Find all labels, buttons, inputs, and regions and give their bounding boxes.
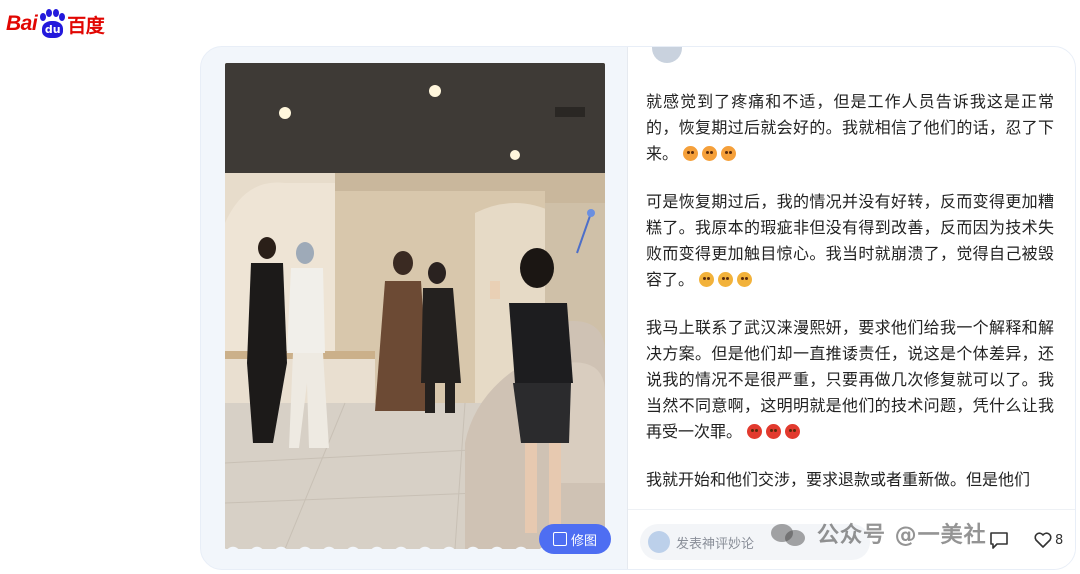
paragraph-4: 我就开始和他们交涉，要求退款或者重新做。但是他们 [646,467,1054,493]
paragraph-2: 可是恢复期过后，我的情况并没有好转，反而变得更加糟糕了。我原本的瑕疵非但没有得到… [646,189,1054,293]
crying-emoji-icon [737,272,753,287]
post-photo[interactable] [225,63,605,549]
furious-emoji-icon [747,424,763,439]
article-panel: 就感觉到了疼痛和不适，但是工作人员告诉我这是正常的，恢复期过后就会好的。我就相信… [627,47,1075,569]
paragraph-3-text: 我马上联系了武汉涞漫熙妍，要求他们给我一个解释和解决方案。但是他们却一直推诿责任… [646,318,1054,441]
like-button[interactable]: 8 [1033,528,1063,552]
crying-emoji-icon [699,272,715,287]
wechat-icon [771,520,807,546]
furious-emoji-icon [785,424,801,439]
author-avatar[interactable] [652,47,682,63]
heart-icon [1034,532,1052,548]
comment-icon [990,532,1008,549]
user-avatar-icon [648,531,670,553]
furious-emoji-icon [766,424,782,439]
article-body: 就感觉到了疼痛和不适，但是工作人员告诉我这是正常的，恢复期过后就会好的。我就相信… [646,89,1054,515]
comment-button[interactable] [988,528,1010,552]
edit-image-button[interactable]: 修图 [539,524,611,554]
paw-icon: du [38,9,66,39]
paragraph-1: 就感觉到了疼痛和不适，但是工作人员告诉我这是正常的，恢复期过后就会好的。我就相信… [646,89,1054,167]
angry-emoji-icon [721,146,737,161]
logo-text-right: 百度 [67,15,105,37]
photo-illustration [225,63,605,549]
angry-emoji-icon [702,146,718,161]
logo-text-left: Bai [6,12,38,35]
crying-emoji-icon [718,272,734,287]
like-count: 8 [1055,532,1064,548]
edit-image-label: 修图 [570,533,597,549]
watermark-text: 公众号 @一美社 [817,523,987,548]
paw-text: du [42,21,64,38]
watermark: 公众号 @一美社 [771,517,987,549]
comment-placeholder: 发表神评妙论 [676,536,755,552]
angry-emoji-icon [683,146,699,161]
paragraph-4-text: 我就开始和他们交涉，要求退款或者重新做。但是他们 [646,470,1031,489]
paragraph-3: 我马上联系了武汉涞漫熙妍，要求他们给我一个解释和解决方案。但是他们却一直推诿责任… [646,315,1054,445]
post-card: 修图 就感觉到了疼痛和不适，但是工作人员告诉我这是正常的，恢复期过后就会好的。我… [200,46,1076,570]
baidu-logo[interactable]: Bai du 百度 [6,6,116,42]
image-edit-icon [552,532,567,546]
